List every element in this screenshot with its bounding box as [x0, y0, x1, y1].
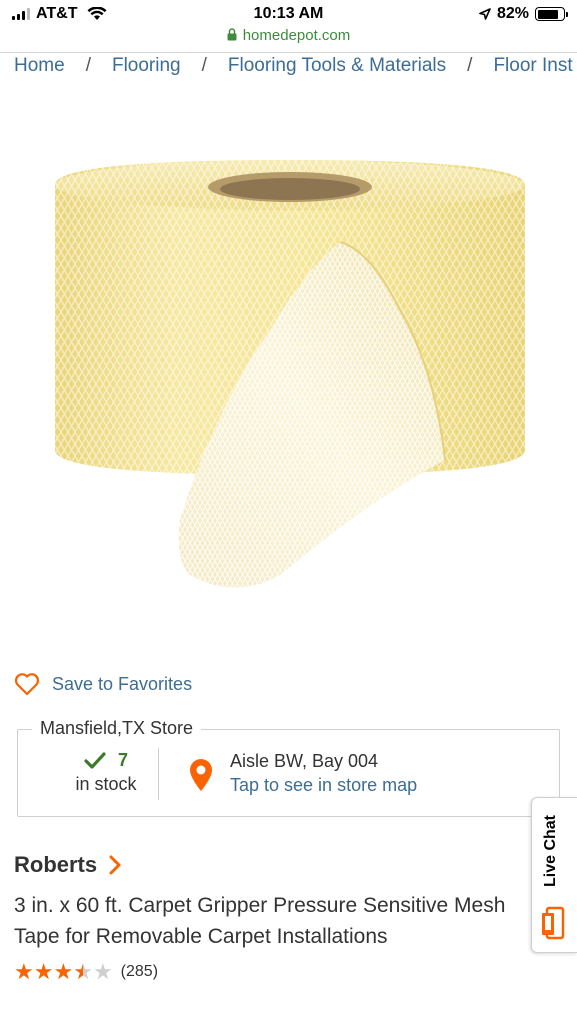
brand-link[interactable]: Roberts	[14, 852, 121, 878]
store-divider	[158, 748, 159, 800]
location-arrow-icon	[479, 8, 491, 20]
breadcrumb-floor-installation[interactable]: Floor Inst	[493, 55, 572, 76]
stock-count-row: 7	[46, 750, 166, 771]
breadcrumb-flooring-tools[interactable]: Flooring Tools & Materials	[228, 55, 446, 76]
heart-icon	[14, 673, 40, 696]
header-divider	[0, 52, 577, 53]
url-text: homedepot.com	[242, 27, 351, 44]
map-pin-icon	[190, 759, 212, 791]
breadcrumb-separator: /	[85, 55, 91, 76]
chat-phone-icon	[542, 906, 565, 940]
star-icon: ★	[53, 959, 74, 984]
checkmark-icon	[84, 751, 106, 769]
star-rating: ★ ★ ★ ★ ★	[14, 960, 113, 984]
live-chat-label: Live Chat	[542, 815, 559, 888]
brand-name: Roberts	[14, 852, 98, 877]
favorites-label: Save to Favorites	[52, 673, 193, 694]
lock-icon	[227, 28, 237, 41]
breadcrumb-home[interactable]: Home	[14, 55, 65, 76]
store-map-link[interactable]: Tap to see in store map	[230, 775, 417, 796]
star-icon: ★	[92, 959, 113, 984]
product-title: 3 in. x 60 ft. Carpet Gripper Pressure S…	[14, 894, 506, 948]
star-icon: ★	[14, 959, 34, 984]
breadcrumb-flooring[interactable]: Flooring	[112, 55, 181, 76]
chevron-right-icon	[109, 855, 121, 875]
battery-percent: 82%	[496, 5, 529, 22]
live-chat-button[interactable]: Live Chat	[531, 797, 577, 953]
battery-icon	[535, 7, 568, 21]
product-rating[interactable]: ★ ★ ★ ★ ★ (285)	[14, 960, 158, 984]
status-right: 82%	[479, 5, 568, 23]
half-star-icon: ★	[73, 959, 93, 984]
stock-label: in stock	[75, 774, 137, 794]
review-count: (285)	[120, 963, 159, 980]
save-to-favorites-button[interactable]: Save to Favorites	[14, 672, 192, 696]
breadcrumb-separator: /	[467, 55, 473, 76]
star-icon: ★	[33, 959, 54, 984]
store-availability-card: Mansfield,TX Store 7 in stock Aisle BW, …	[17, 718, 560, 817]
battery-fill	[537, 9, 558, 19]
breadcrumb: Home / Flooring / Flooring Tools & Materials…	[14, 54, 573, 80]
product-image[interactable]	[40, 120, 540, 620]
url-bar[interactable]: homedepot.com	[0, 27, 577, 49]
stock-status: 7 in stock	[46, 750, 166, 795]
store-name[interactable]: Mansfield,TX Store	[32, 718, 202, 739]
aisle-location: Aisle BW, Bay 004	[230, 751, 379, 771]
stock-count: 7	[117, 750, 128, 770]
status-bar: AT&T 10:13 AM 82%	[0, 0, 577, 28]
breadcrumb-separator: /	[201, 55, 207, 76]
